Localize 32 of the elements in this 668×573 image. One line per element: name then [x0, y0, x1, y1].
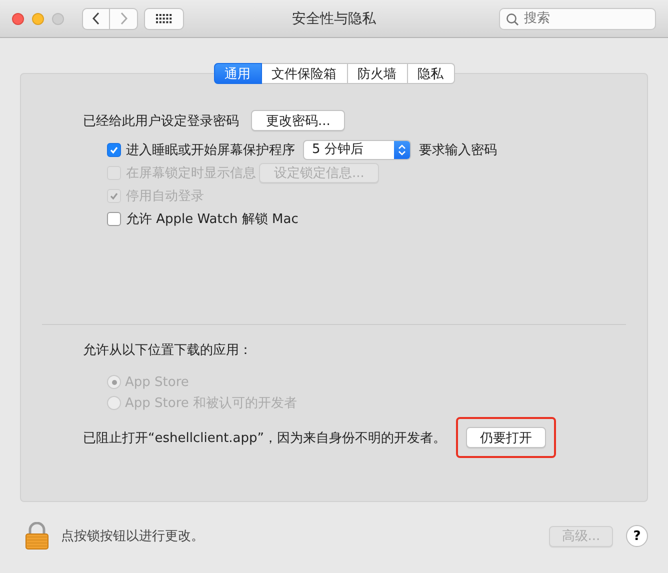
help-button[interactable]: ?	[626, 525, 648, 547]
change-password-button[interactable]: 更改密码...	[251, 110, 346, 131]
zoom-button[interactable]	[52, 12, 64, 24]
checkmark-icon	[109, 145, 119, 155]
password-label: 已经给此用户设定登录密码	[83, 112, 239, 130]
back-button[interactable]	[82, 8, 110, 30]
search-icon	[506, 12, 519, 26]
stepper-arrows-icon	[398, 144, 406, 156]
minimize-button[interactable]	[32, 12, 44, 24]
option-label: 进入睡眠或开始屏幕保护程序	[126, 142, 295, 159]
close-button[interactable]	[12, 12, 24, 24]
window-title: 安全性与隐私	[292, 10, 376, 26]
open-anyway-button[interactable]: 仍要打开	[466, 427, 546, 448]
tab[interactable]: 通用	[214, 63, 262, 84]
chevron-right-icon	[120, 12, 128, 25]
tab[interactable]: 隐私	[408, 63, 454, 84]
checkbox[interactable]	[107, 212, 121, 226]
search-field[interactable]: 搜索	[499, 8, 656, 30]
tab[interactable]: 防火墙	[348, 63, 408, 84]
blocked-message: 已阻止打开“eshellclient.app”，因为来自身份不明的开发者。	[83, 430, 446, 446]
lock-message: 点按锁按钮以进行更改。	[61, 528, 204, 545]
tab[interactable]: 文件保险箱	[262, 63, 348, 84]
delay-select[interactable]: 5 分钟后	[303, 140, 411, 160]
padlock-icon[interactable]	[25, 522, 49, 550]
option-suffix: 要求输入密码	[419, 142, 497, 159]
checkbox[interactable]	[107, 143, 121, 157]
downloads-label: 允许从以下位置下载的应用：	[83, 342, 253, 359]
option-label: 允许 Apple Watch 解锁 Mac	[126, 211, 298, 228]
checkmark-icon	[109, 191, 119, 201]
grid-icon	[156, 14, 172, 24]
show-all-button[interactable]	[144, 8, 184, 30]
chevron-left-icon	[92, 12, 100, 25]
